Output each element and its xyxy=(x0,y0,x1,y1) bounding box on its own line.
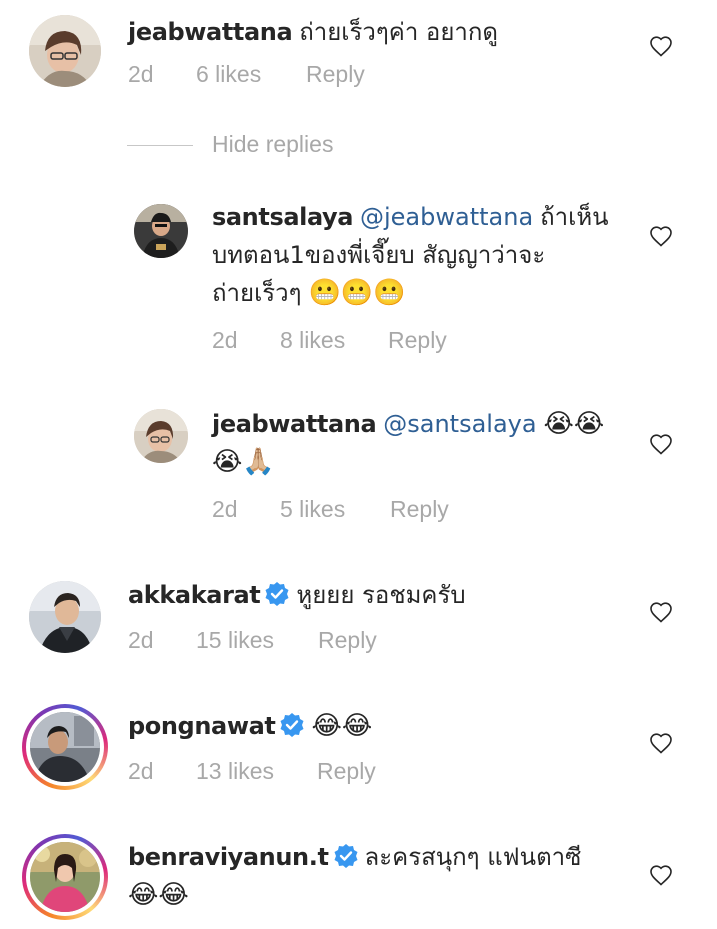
comment-text: ถ่ายเร็วๆค่า อยากดู xyxy=(299,18,498,46)
reply-button[interactable]: Reply xyxy=(318,627,377,654)
profile-photo-icon xyxy=(30,712,100,782)
avatar xyxy=(30,712,100,782)
timestamp: 2d xyxy=(128,627,154,653)
emoji: 😬😬😬 xyxy=(308,278,406,308)
username[interactable]: jeabwattana xyxy=(212,410,377,438)
avatar[interactable] xyxy=(134,204,188,258)
comment-text: ถ่ายเร็วๆ xyxy=(212,279,302,307)
profile-photo-icon xyxy=(29,15,101,87)
heart-icon[interactable] xyxy=(649,601,673,623)
verified-badge-icon xyxy=(334,844,358,868)
hide-replies-button[interactable]: Hide replies xyxy=(212,131,333,158)
username[interactable]: jeabwattana xyxy=(128,18,293,46)
heart-icon[interactable] xyxy=(649,433,673,455)
username[interactable]: akkakarat xyxy=(128,581,261,609)
comment-text: ละครสนุกๆ แฟนตาซี xyxy=(364,843,582,871)
mention-link[interactable]: @santsalaya xyxy=(383,410,536,438)
avatar[interactable] xyxy=(29,581,101,653)
reply-button[interactable]: Reply xyxy=(390,496,449,523)
comment-text: บทตอน1ของพี่เจี๊ยบ สัญญาว่าจะ xyxy=(212,241,546,269)
reply-button[interactable]: Reply xyxy=(306,61,365,88)
emoji: 😭😭 xyxy=(543,409,605,439)
likes-count[interactable]: 8 likes xyxy=(280,327,345,354)
story-ring[interactable] xyxy=(22,834,108,920)
timestamp: 2d xyxy=(128,61,154,87)
timestamp: 2d xyxy=(128,758,154,784)
profile-photo-icon xyxy=(29,581,101,653)
heart-icon[interactable] xyxy=(649,732,673,754)
timestamp: 2d xyxy=(212,327,238,353)
avatar xyxy=(30,842,100,912)
likes-count[interactable]: 13 likes xyxy=(196,758,274,785)
likes-count[interactable]: 6 likes xyxy=(196,61,261,88)
reply-button[interactable]: Reply xyxy=(317,758,376,785)
likes-count[interactable]: 15 likes xyxy=(196,627,274,654)
avatar[interactable] xyxy=(134,409,188,463)
verified-badge-icon xyxy=(265,582,289,606)
emoji: 😭🙏🏼 xyxy=(212,447,275,477)
heart-icon[interactable] xyxy=(649,225,673,247)
avatar[interactable] xyxy=(29,15,101,87)
emoji: 😂😂 xyxy=(311,711,373,741)
username[interactable]: santsalaya xyxy=(212,203,353,231)
comment-text: ถ้าเห็น xyxy=(540,203,609,231)
verified-badge-icon xyxy=(280,713,304,737)
profile-photo-icon xyxy=(134,409,188,463)
likes-count[interactable]: 5 likes xyxy=(280,496,345,523)
heart-icon[interactable] xyxy=(649,35,673,57)
username[interactable]: benraviyanun.t xyxy=(128,843,329,871)
mention-link[interactable]: @jeabwattana xyxy=(360,203,533,231)
heart-icon[interactable] xyxy=(649,864,673,886)
story-ring[interactable] xyxy=(22,704,108,790)
profile-photo-icon xyxy=(30,842,100,912)
reply-button[interactable]: Reply xyxy=(388,327,447,354)
hide-replies-divider xyxy=(127,145,193,146)
profile-photo-icon xyxy=(134,204,188,258)
timestamp: 2d xyxy=(212,496,238,522)
username[interactable]: pongnawat xyxy=(128,712,276,740)
comment-text: หูยยย รอชมครับ xyxy=(296,581,466,609)
emoji: 😂😂 xyxy=(128,880,189,910)
